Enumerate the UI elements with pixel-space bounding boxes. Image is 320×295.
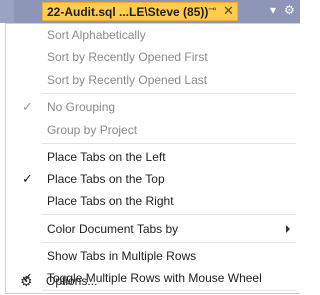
menu-separator	[42, 93, 296, 94]
menu-item-tabs-top[interactable]: ✓ Place Tabs on the Top	[6, 168, 300, 190]
menu-item-group-by-project[interactable]: Group by Project	[6, 119, 300, 141]
menu-item-sort-alphabetically[interactable]: Sort Alphabetically	[6, 24, 300, 46]
menu-item-label: Show Tabs in Multiple Rows	[47, 249, 197, 263]
menu-item-label: Color Document Tabs by	[47, 222, 179, 236]
menu-item-label: Sort by Recently Opened Last	[47, 73, 208, 87]
menu-item-no-grouping[interactable]: ✓ No Grouping	[6, 96, 300, 118]
menu-separator	[42, 143, 296, 144]
menu-item-color-tabs-by[interactable]: Color Document Tabs by	[6, 218, 300, 240]
dropdown-icon[interactable]: ▾	[270, 3, 276, 17]
gear-icon[interactable]: ⚙	[284, 3, 295, 17]
menu-item-tabs-right[interactable]: Place Tabs on the Right	[6, 190, 300, 212]
tab-strip-edge	[0, 0, 14, 23]
menu-item-label: Place Tabs on the Right	[47, 194, 174, 208]
pin-icon[interactable]: ⊸	[208, 4, 216, 15]
submenu-arrow-icon	[286, 225, 290, 233]
menu-item-options[interactable]: ⚙ Options...	[5, 270, 299, 292]
document-tab[interactable]: 22-Audit.sql ...LE\Steve (85)) ⊸ ✕	[42, 2, 238, 21]
menu-item-sort-recent-last[interactable]: Sort by Recently Opened Last	[6, 69, 300, 91]
tab-strip: 22-Audit.sql ...LE\Steve (85)) ⊸ ✕ ▾ ⚙	[0, 0, 300, 23]
menu-item-tabs-left[interactable]: Place Tabs on the Left	[6, 146, 300, 168]
gear-icon: ⚙	[20, 273, 33, 289]
close-icon[interactable]: ✕	[223, 3, 234, 19]
menu-item-label: Place Tabs on the Top	[47, 172, 165, 186]
check-icon: ✓	[22, 99, 33, 114]
tab-options-menu: Sort Alphabetically Sort by Recently Ope…	[5, 23, 300, 294]
menu-item-label: Group by Project	[47, 123, 138, 137]
menu-item-label: Options...	[46, 274, 98, 288]
menu-separator	[42, 242, 296, 243]
menu-item-sort-recent-first[interactable]: Sort by Recently Opened First	[6, 46, 300, 68]
menu-item-label: No Grouping	[47, 100, 116, 114]
menu-separator	[42, 214, 296, 215]
check-icon: ✓	[22, 171, 33, 186]
menu-item-label: Sort by Recently Opened First	[47, 50, 208, 64]
menu-item-label: Place Tabs on the Left	[47, 150, 166, 164]
menu-item-multiple-rows[interactable]: Show Tabs in Multiple Rows	[6, 245, 300, 267]
document-tab-title: 22-Audit.sql ...LE\Steve (85))	[47, 5, 209, 19]
menu-item-label: Sort Alphabetically	[47, 28, 146, 42]
